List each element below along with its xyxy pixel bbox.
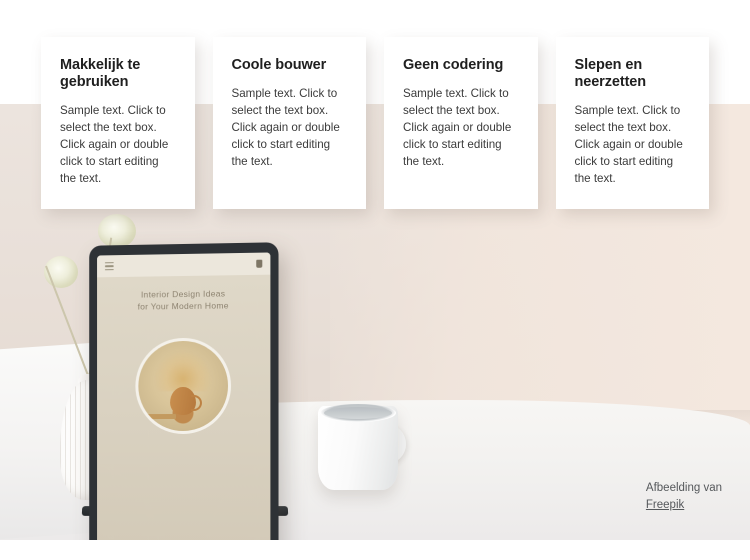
feature-card-title: Geen codering [403,57,504,73]
feature-card-slepen-en-neerzetten[interactable]: Slepen en neerzetten Sample text. Click … [555,37,709,209]
tablet-hero-section: Interior Design Ideas for Your Modern Ho… [97,274,271,540]
feature-cards-row: Makkelijk te gebruiken Sample text. Clic… [41,37,709,209]
page-root: Interior Design Ideas for Your Modern Ho… [0,0,750,560]
feature-card-body: Sample text. Click to select the text bo… [403,87,512,168]
feature-card-title: Makkelijk te gebruiken [60,57,141,90]
freepik-link[interactable]: Freepik [646,499,684,511]
tablet-hero-title-line2: for Your Modern Home [137,300,229,312]
image-attribution: Afbeelding van Freepik [646,480,722,514]
tablet-device: Interior Design Ideas for Your Modern Ho… [89,242,279,540]
feature-card-makkelijk-te-gebruiken[interactable]: Makkelijk te gebruiken Sample text. Clic… [41,37,195,209]
feature-card-title: Coole bouwer [231,57,327,73]
feature-card-body: Sample text. Click to select the text bo… [574,104,683,185]
tablet-hero-circle-image [135,337,232,434]
mug-rim [320,404,396,422]
dried-flower-bloom [98,214,136,248]
tablet-topbar [97,252,271,278]
feature-card-body: Sample text. Click to select the text bo… [60,104,169,185]
bottom-white-band [0,540,750,560]
shopping-bag-icon[interactable] [256,259,263,268]
wooden-bench [142,414,177,420]
feature-card-coole-bouwer[interactable]: Coole bouwer Sample text. Click to selec… [212,37,366,209]
terracotta-jug [170,386,196,416]
dried-plants [155,350,211,392]
tablet-screen: Interior Design Ideas for Your Modern Ho… [97,252,271,540]
feature-card-geen-codering[interactable]: Geen codering Sample text. Click to sele… [384,37,538,209]
hamburger-menu-icon[interactable] [104,262,114,271]
white-ceramic-mug [318,404,406,492]
attribution-prefix: Afbeelding van [645,482,722,494]
feature-card-body: Sample text. Click to select the text bo… [231,87,340,168]
feature-card-title: Slepen en neerzetten [574,57,647,90]
